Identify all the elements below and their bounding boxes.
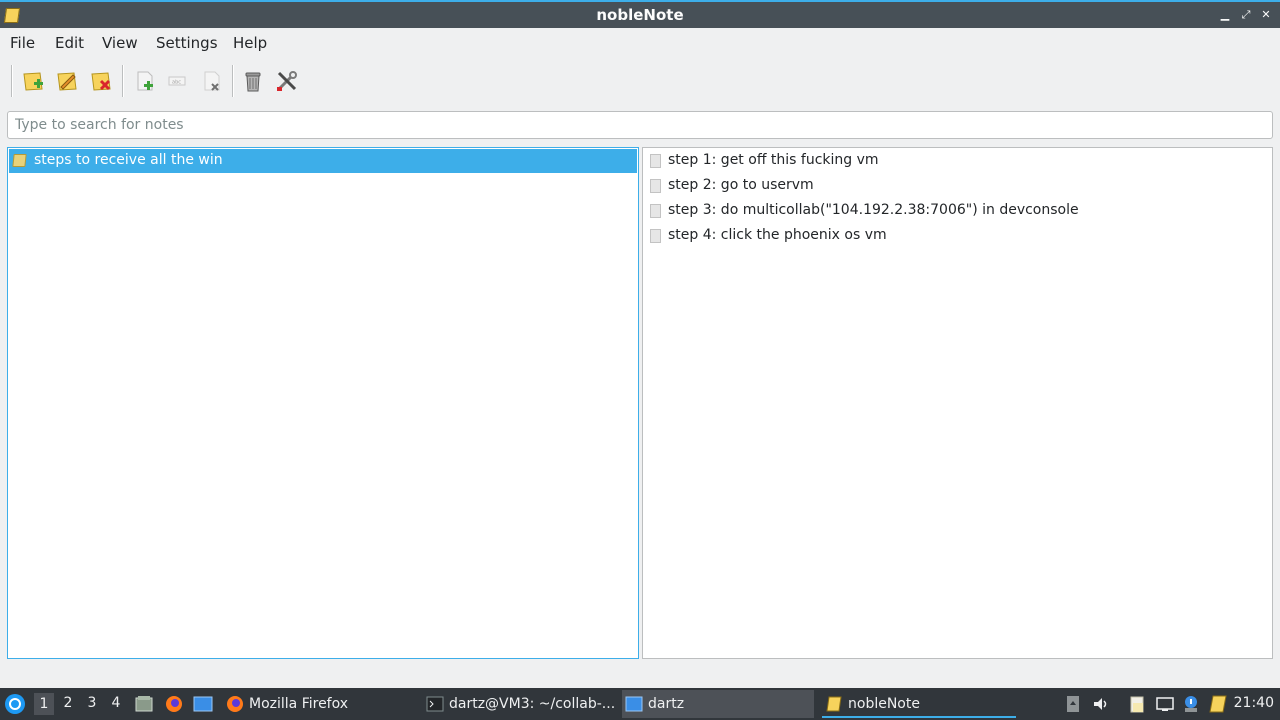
noblenote-tray-icon[interactable]: [1208, 694, 1228, 714]
task-terminal[interactable]: dartz@VM3: ~/collab-...: [423, 690, 615, 718]
volume-icon[interactable]: [1091, 694, 1111, 714]
minimize-button[interactable]: ▁: [1218, 8, 1232, 22]
workspace-2[interactable]: 2: [58, 695, 78, 711]
file-manager-icon[interactable]: [134, 694, 154, 714]
new-note-icon[interactable]: [131, 68, 157, 94]
task-noblenote[interactable]: nobleNote: [822, 690, 1016, 718]
firefox-icon: [226, 695, 244, 713]
note-icon: [650, 229, 661, 243]
note-item[interactable]: step 4: click the phoenix os vm: [647, 224, 1268, 248]
note-item[interactable]: step 3: do multicollab("104.192.2.38:700…: [647, 199, 1268, 223]
note-list[interactable]: step 1: get off this fucking vm step 2: …: [642, 147, 1273, 659]
note-label: step 2: go to uservm: [668, 177, 814, 193]
menu-view[interactable]: View: [102, 34, 138, 52]
note-item[interactable]: step 1: get off this fucking vm: [647, 149, 1268, 173]
workspace-4[interactable]: 4: [106, 695, 126, 711]
task-label: nobleNote: [848, 696, 920, 712]
firefox-icon[interactable]: [164, 694, 184, 714]
toolbar-handle[interactable]: [11, 65, 13, 97]
toolbar: abc: [0, 56, 1280, 106]
new-folder-icon[interactable]: [20, 68, 46, 94]
taskbar: 1 2 3 4 Mozilla Firefox dartz@VM3: ~/col…: [0, 688, 1280, 720]
terminal-icon: [426, 695, 444, 713]
network-icon[interactable]: [1155, 694, 1175, 714]
folder-item[interactable]: steps to receive all the win: [9, 149, 637, 173]
note-label: step 4: click the phoenix os vm: [668, 227, 887, 243]
task-label: Mozilla Firefox: [249, 696, 349, 712]
toolbar-separator: [232, 65, 234, 97]
window-icon: [625, 695, 643, 713]
task-label: dartz: [648, 696, 685, 712]
maximize-button[interactable]: ⤢: [1239, 8, 1253, 22]
folder-icon: [12, 154, 27, 167]
toolbar-separator: [122, 65, 124, 97]
workspace-1[interactable]: 1: [34, 693, 54, 715]
task-label: dartz@VM3: ~/collab-...: [449, 696, 615, 712]
menu-edit[interactable]: Edit: [55, 34, 84, 52]
window-title: nobleNote: [596, 6, 684, 24]
noblenote-icon: [825, 695, 843, 713]
menu-file[interactable]: File: [10, 34, 35, 52]
trash-icon[interactable]: [240, 68, 266, 94]
rename-note-icon[interactable]: abc: [164, 68, 190, 94]
menu-settings[interactable]: Settings: [156, 34, 218, 52]
note-item[interactable]: step 2: go to uservm: [647, 174, 1268, 198]
note-icon: [650, 154, 661, 168]
svg-text:abc: abc: [172, 80, 181, 86]
note-icon: [650, 179, 661, 193]
note-label: step 3: do multicollab("104.192.2.38:700…: [668, 202, 1079, 218]
task-dartz[interactable]: dartz: [622, 690, 814, 718]
folder-label: steps to receive all the win: [34, 152, 223, 168]
menubar: File Edit View Settings Help: [0, 28, 1280, 56]
desktop-icon[interactable]: [193, 694, 213, 714]
close-button[interactable]: ✕: [1259, 8, 1273, 22]
task-firefox[interactable]: Mozilla Firefox: [223, 690, 415, 718]
workspace-3[interactable]: 3: [82, 695, 102, 711]
delete-folder-icon[interactable]: [88, 68, 114, 94]
search-input[interactable]: [7, 111, 1273, 139]
window-titlebar[interactable]: nobleNote ▁ ⤢ ✕: [0, 0, 1280, 28]
rename-folder-icon[interactable]: [54, 68, 80, 94]
storage-icon[interactable]: [1063, 694, 1083, 714]
note-icon: [650, 204, 661, 218]
menu-help[interactable]: Help: [233, 34, 267, 52]
clock[interactable]: 21:40: [1234, 695, 1274, 711]
clipboard-icon[interactable]: [1127, 694, 1147, 714]
start-menu-icon[interactable]: [5, 694, 25, 714]
note-label: step 1: get off this fucking vm: [668, 152, 879, 168]
preferences-icon[interactable]: [274, 68, 300, 94]
notification-icon[interactable]: [1181, 694, 1201, 714]
folder-list[interactable]: steps to receive all the win: [7, 147, 639, 659]
delete-note-icon[interactable]: [198, 68, 224, 94]
